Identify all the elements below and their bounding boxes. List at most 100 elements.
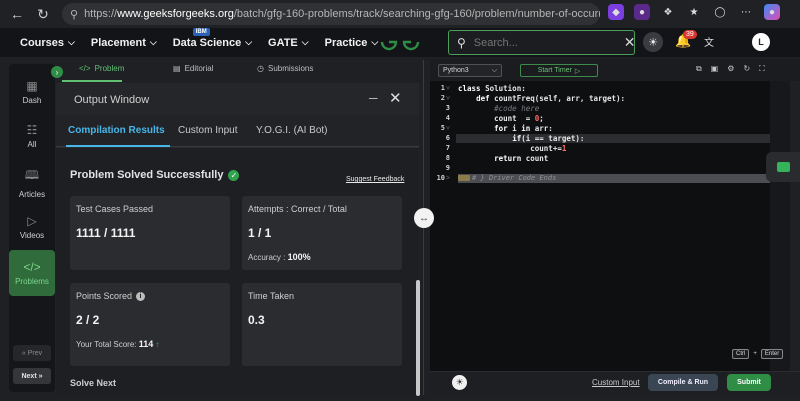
translate-icon[interactable]: 文 [704, 34, 714, 49]
url-domain: www.geeksforgeeks.org [117, 8, 234, 20]
language-select[interactable]: Python3 ⌵ [438, 64, 502, 77]
theme-toggle-sun-icon[interactable]: ☀ [643, 32, 663, 52]
submit-button[interactable]: Submit [727, 374, 771, 391]
rail-label: Problems [15, 277, 49, 286]
start-timer-button[interactable]: Start Timer ▷ [520, 64, 598, 77]
panel-scrollbar[interactable] [416, 280, 420, 396]
fold-marker-icon[interactable] [458, 175, 470, 181]
test-cases-value: 1111 / 1111 [76, 226, 136, 240]
tab-custom-input[interactable]: Custom Input [178, 125, 237, 136]
reset-icon[interactable]: ↻ [743, 64, 750, 74]
minimize-icon[interactable]: ─ [369, 91, 378, 105]
prev-button[interactable]: « Prev [13, 345, 51, 361]
grid-icon: ☷ [26, 123, 38, 137]
custom-input-link[interactable]: Custom Input [592, 378, 640, 387]
keyboard-shortcut-hint: Ctrl + Enter [732, 349, 784, 359]
url-prefix: https:// [84, 8, 118, 20]
reload-icon[interactable]: ↻ [32, 3, 54, 25]
document-icon: ▤ [173, 64, 181, 73]
copy-icon[interactable]: ⧉ [696, 64, 702, 74]
search-box[interactable]: ⚲ ✕ [448, 30, 636, 55]
code-editor[interactable]: 1˅ 2˅ 3 4 5˅ 6 7 8 9 10˃ class Solution:… [430, 81, 770, 371]
menu-label: GATE [268, 36, 298, 49]
tab-submissions[interactable]: ◷ Submissions [257, 64, 313, 73]
close-icon[interactable]: ✕ [389, 89, 402, 107]
dashboard-icon: ▦ [26, 79, 38, 93]
profile-icon[interactable]: ◯ [712, 4, 728, 20]
tab-editorial[interactable]: ▤ Editorial [173, 64, 213, 73]
kbd-enter: Enter [760, 349, 784, 359]
line-number: 7 [445, 144, 450, 152]
attempts-label: Attempts : Correct / Total [248, 204, 347, 214]
rail-item-problems[interactable]: </> Problems [9, 250, 55, 296]
tab-problem[interactable]: </> Problem [79, 64, 124, 73]
puzzle-icon[interactable]: ❖ [660, 4, 676, 20]
line-gutter: 1˅ 2˅ 3 4 5˅ 6 7 8 9 10˃ [430, 81, 456, 371]
code-line: count = 0; [458, 114, 544, 123]
chat-icon [776, 162, 790, 172]
chevron-down-icon: ⌵ [491, 66, 497, 74]
fullscreen-icon[interactable]: ⛶ [759, 64, 765, 74]
suggest-feedback-link[interactable]: Suggest Feedback [346, 176, 404, 183]
search-input[interactable] [473, 36, 616, 49]
address-bar[interactable]: ⚲ https://www.geeksforgeeks.org/batch/gf… [62, 3, 600, 25]
settings-icon[interactable]: ⚙ [727, 64, 734, 74]
next-button[interactable]: Next » [13, 368, 51, 384]
tab-compilation-results[interactable]: Compilation Results [68, 125, 165, 136]
lightbulb-icon[interactable]: ☀ [452, 375, 467, 390]
solve-next-heading: Solve Next [70, 378, 117, 388]
rail-item-videos[interactable]: ▷ Videos [9, 205, 55, 249]
chevron-down-icon: ⌵ [245, 37, 253, 47]
rail-label: All [27, 140, 37, 149]
rail-item-all[interactable]: ☷ All [9, 114, 55, 158]
play-icon: ▷ [27, 214, 37, 228]
rail-label: Dash [22, 96, 42, 105]
output-tabs: Compilation Results Custom Input Y.O.G.I… [56, 115, 419, 147]
kbd-plus: + [753, 351, 757, 357]
menu-data-science[interactable]: IBM Data Science ⌵ [165, 28, 260, 57]
editor-actions: ⧉ ▣ ⚙ ↻ ⛶ [696, 64, 765, 74]
editor-scrollbar[interactable] [770, 81, 790, 371]
chat-button[interactable] [766, 152, 800, 182]
copilot-icon[interactable]: ● [764, 4, 780, 20]
tab-label: Submissions [267, 64, 314, 73]
points-card: Points Scored i 2 / 2 Your Total Score: 1… [70, 283, 230, 366]
avatar[interactable]: L [752, 33, 770, 51]
compile-run-button[interactable]: Compile & Run [648, 374, 718, 391]
code-line: return count [494, 154, 549, 163]
line-number: 2˅ [440, 94, 450, 102]
test-cases-card: Test Cases Passed 1111 / 1111 [70, 196, 230, 270]
clear-search-icon[interactable]: ✕ [624, 34, 636, 51]
notification-count-badge: 39 [683, 30, 697, 39]
total-score-label: Your Total Score: [76, 340, 137, 349]
collapse-panel-icon[interactable]: › [51, 66, 63, 78]
info-icon[interactable]: i [136, 291, 146, 301]
menu-placement[interactable]: Placement ⌵ [83, 28, 165, 57]
extension-icon[interactable]: ◆ [608, 4, 624, 20]
rail-item-articles[interactable]: 🕮 Articles [9, 160, 55, 204]
rail-item-dash[interactable]: ▦ Dash [9, 70, 55, 114]
status-message: Problem Solved Successfully ✓ [70, 169, 240, 181]
gfg-logo[interactable] [378, 32, 422, 52]
line-number: 4 [445, 114, 450, 122]
resize-handle-icon[interactable]: ↔ [414, 208, 434, 228]
back-icon[interactable]: ← [6, 3, 28, 25]
chevron-down-icon: ⌵ [149, 37, 157, 47]
more-icon[interactable]: ⋯ [738, 4, 754, 20]
side-rail: ▦ Dash ☷ All 🕮 Articles ▷ Videos </> Problems [9, 64, 55, 392]
code-line: if(i == target): [512, 134, 585, 143]
menu-practice[interactable]: Practice ⌵ [317, 28, 387, 57]
compilation-results: Problem Solved Successfully ✓ Suggest Fe… [56, 148, 419, 397]
status-text: Problem Solved Successfully [70, 169, 224, 181]
total-score: Your Total Score: 114 ↑ [76, 339, 159, 349]
favorites-icon[interactable]: ★ [686, 4, 702, 20]
menu-courses[interactable]: Courses ⌵ [12, 28, 83, 57]
main-menu: Courses ⌵ Placement ⌵ IBM Data Science ⌵ GAT… [12, 28, 386, 57]
problem-tabs: </> Problem ▤ Editorial ◷ Submissions [55, 59, 420, 81]
extension-icon[interactable]: ● [634, 4, 650, 20]
menu-gate[interactable]: GATE ⌵ [260, 28, 317, 57]
folded-driver-code[interactable]: # } Driver Code Ends [458, 174, 770, 183]
upload-icon[interactable]: ▣ [711, 64, 719, 74]
tab-yogi-ai-bot[interactable]: Y.O.G.I. (AI Bot) [256, 125, 328, 136]
line-number: 5˅ [440, 124, 450, 132]
